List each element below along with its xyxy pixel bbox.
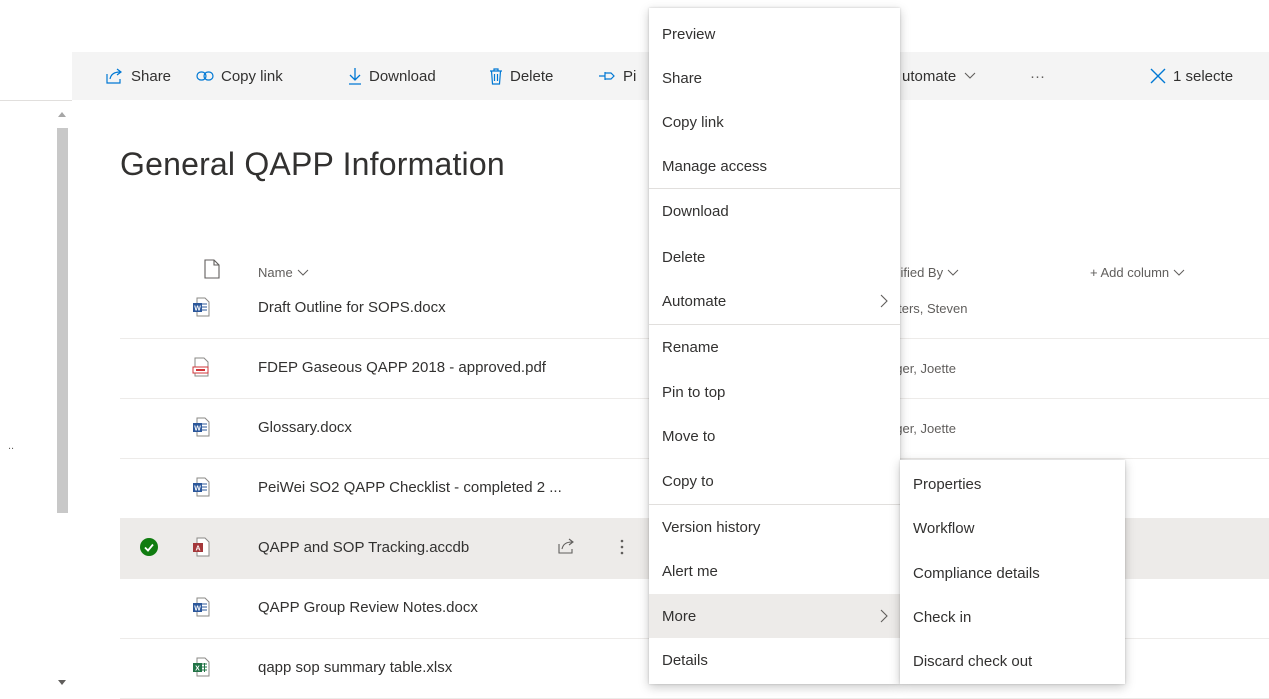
selected-check-icon[interactable] [140, 538, 158, 556]
scroll-up-arrow-icon[interactable] [58, 112, 66, 117]
menu-item-more[interactable]: More [649, 594, 900, 638]
menu-item-details[interactable]: Details [649, 638, 900, 682]
svg-text:A: A [195, 546, 200, 553]
menu-item-copy-link[interactable]: Copy link [649, 100, 900, 144]
chevron-down-icon [1173, 269, 1185, 276]
copy-link-command-button[interactable]: Copy link [196, 52, 283, 100]
menu-item-share[interactable]: Share [649, 56, 900, 100]
more-commands-label: ··· [1030, 67, 1045, 85]
svg-text:W: W [194, 606, 201, 613]
menu-item-download[interactable]: Download [649, 189, 900, 233]
file-name[interactable]: FDEP Gaseous QAPP 2018 - approved.pdf [258, 359, 546, 376]
chevron-down-icon [964, 72, 976, 79]
selection-count-label: 1 selecte [1173, 67, 1234, 85]
menu-item-pin-to-top[interactable]: Pin to top [649, 370, 900, 414]
chevron-down-icon [297, 269, 309, 276]
file-name[interactable]: QAPP Group Review Notes.docx [258, 599, 478, 616]
menu-item-automate[interactable]: Automate [649, 279, 900, 323]
download-icon [349, 68, 361, 85]
share-command-button[interactable]: Share [106, 52, 171, 100]
more-actions-icon[interactable] [620, 538, 624, 556]
file-name[interactable]: qapp sop summary table.xlsx [258, 659, 452, 676]
share-icon[interactable] [558, 538, 576, 554]
delete-command-button[interactable]: Delete [489, 52, 553, 100]
svg-text:W: W [194, 306, 201, 313]
download-command-button[interactable]: Download [348, 52, 436, 100]
menu-item-preview[interactable]: Preview [649, 12, 900, 56]
excel-icon: X [193, 657, 210, 677]
submenu-item-workflow[interactable]: Workflow [900, 506, 1125, 550]
share-command-label: Share [131, 67, 172, 85]
share-icon [106, 68, 122, 84]
menu-item-move-to[interactable]: Move to [649, 414, 900, 458]
svg-text:W: W [194, 486, 201, 493]
chevron-right-icon [880, 294, 888, 308]
chevron-down-icon [947, 269, 959, 276]
word-doc-icon: W [193, 297, 210, 317]
access-db-icon: A [193, 537, 210, 557]
download-command-label: Download [369, 67, 436, 85]
trash-icon [490, 67, 502, 85]
svg-text:W: W [194, 426, 201, 433]
submenu-item-check-in[interactable]: Check in [900, 595, 1125, 639]
more-commands-button[interactable]: ··· [1030, 52, 1045, 100]
file-name[interactable]: Glossary.docx [258, 419, 352, 436]
scrollbar-thumb[interactable] [57, 128, 68, 513]
menu-item-alert-me[interactable]: Alert me [649, 549, 900, 593]
word-doc-icon: W [193, 597, 210, 617]
automate-command-button[interactable]: utomate [902, 52, 983, 100]
submenu-item-properties[interactable]: Properties [900, 462, 1125, 506]
file-type-header-icon[interactable] [204, 259, 220, 279]
menu-item-rename[interactable]: Rename [649, 325, 900, 369]
file-name[interactable]: QAPP and SOP Tracking.accdb [258, 539, 469, 556]
menu-item-copy-to[interactable]: Copy to [649, 459, 900, 503]
left-pane-divider [0, 100, 72, 101]
page-title: General QAPP Information [120, 146, 505, 182]
left-pane-dots: .. [8, 440, 15, 452]
more-submenu: Properties Workflow Compliance details C… [900, 460, 1125, 684]
word-doc-icon: W [193, 417, 210, 437]
menu-item-version-history[interactable]: Version history [649, 505, 900, 549]
menu-item-more-label: More [662, 607, 697, 625]
chevron-right-icon [880, 609, 888, 623]
menu-item-manage-access[interactable]: Manage access [649, 144, 900, 188]
copy-link-command-label: Copy link [221, 67, 283, 85]
file-name[interactable]: PeiWei SO2 QAPP Checklist - completed 2 … [258, 479, 562, 496]
submenu-item-compliance-details[interactable]: Compliance details [900, 551, 1125, 595]
submenu-item-discard-check-out[interactable]: Discard check out [900, 639, 1125, 683]
clear-selection-button[interactable]: 1 selecte [1150, 52, 1233, 100]
link-icon [196, 71, 214, 81]
menu-item-delete[interactable]: Delete [649, 235, 900, 279]
pin-icon [599, 72, 615, 80]
scroll-down-arrow-icon[interactable] [58, 680, 66, 685]
command-bar-left-blank [0, 52, 72, 100]
context-menu: Preview Share Copy link Manage access Do… [649, 8, 900, 684]
pin-command-button[interactable]: Pi [598, 52, 636, 100]
pin-command-label: Pi [623, 67, 637, 85]
menu-item-automate-label: Automate [662, 292, 727, 310]
close-icon [1150, 68, 1166, 84]
file-name[interactable]: Draft Outline for SOPS.docx [258, 299, 446, 316]
svg-text:X: X [195, 666, 200, 673]
delete-command-label: Delete [510, 67, 554, 85]
word-doc-icon: W [193, 477, 210, 497]
automate-command-label: utomate [902, 67, 957, 85]
pdf-icon [192, 357, 209, 377]
